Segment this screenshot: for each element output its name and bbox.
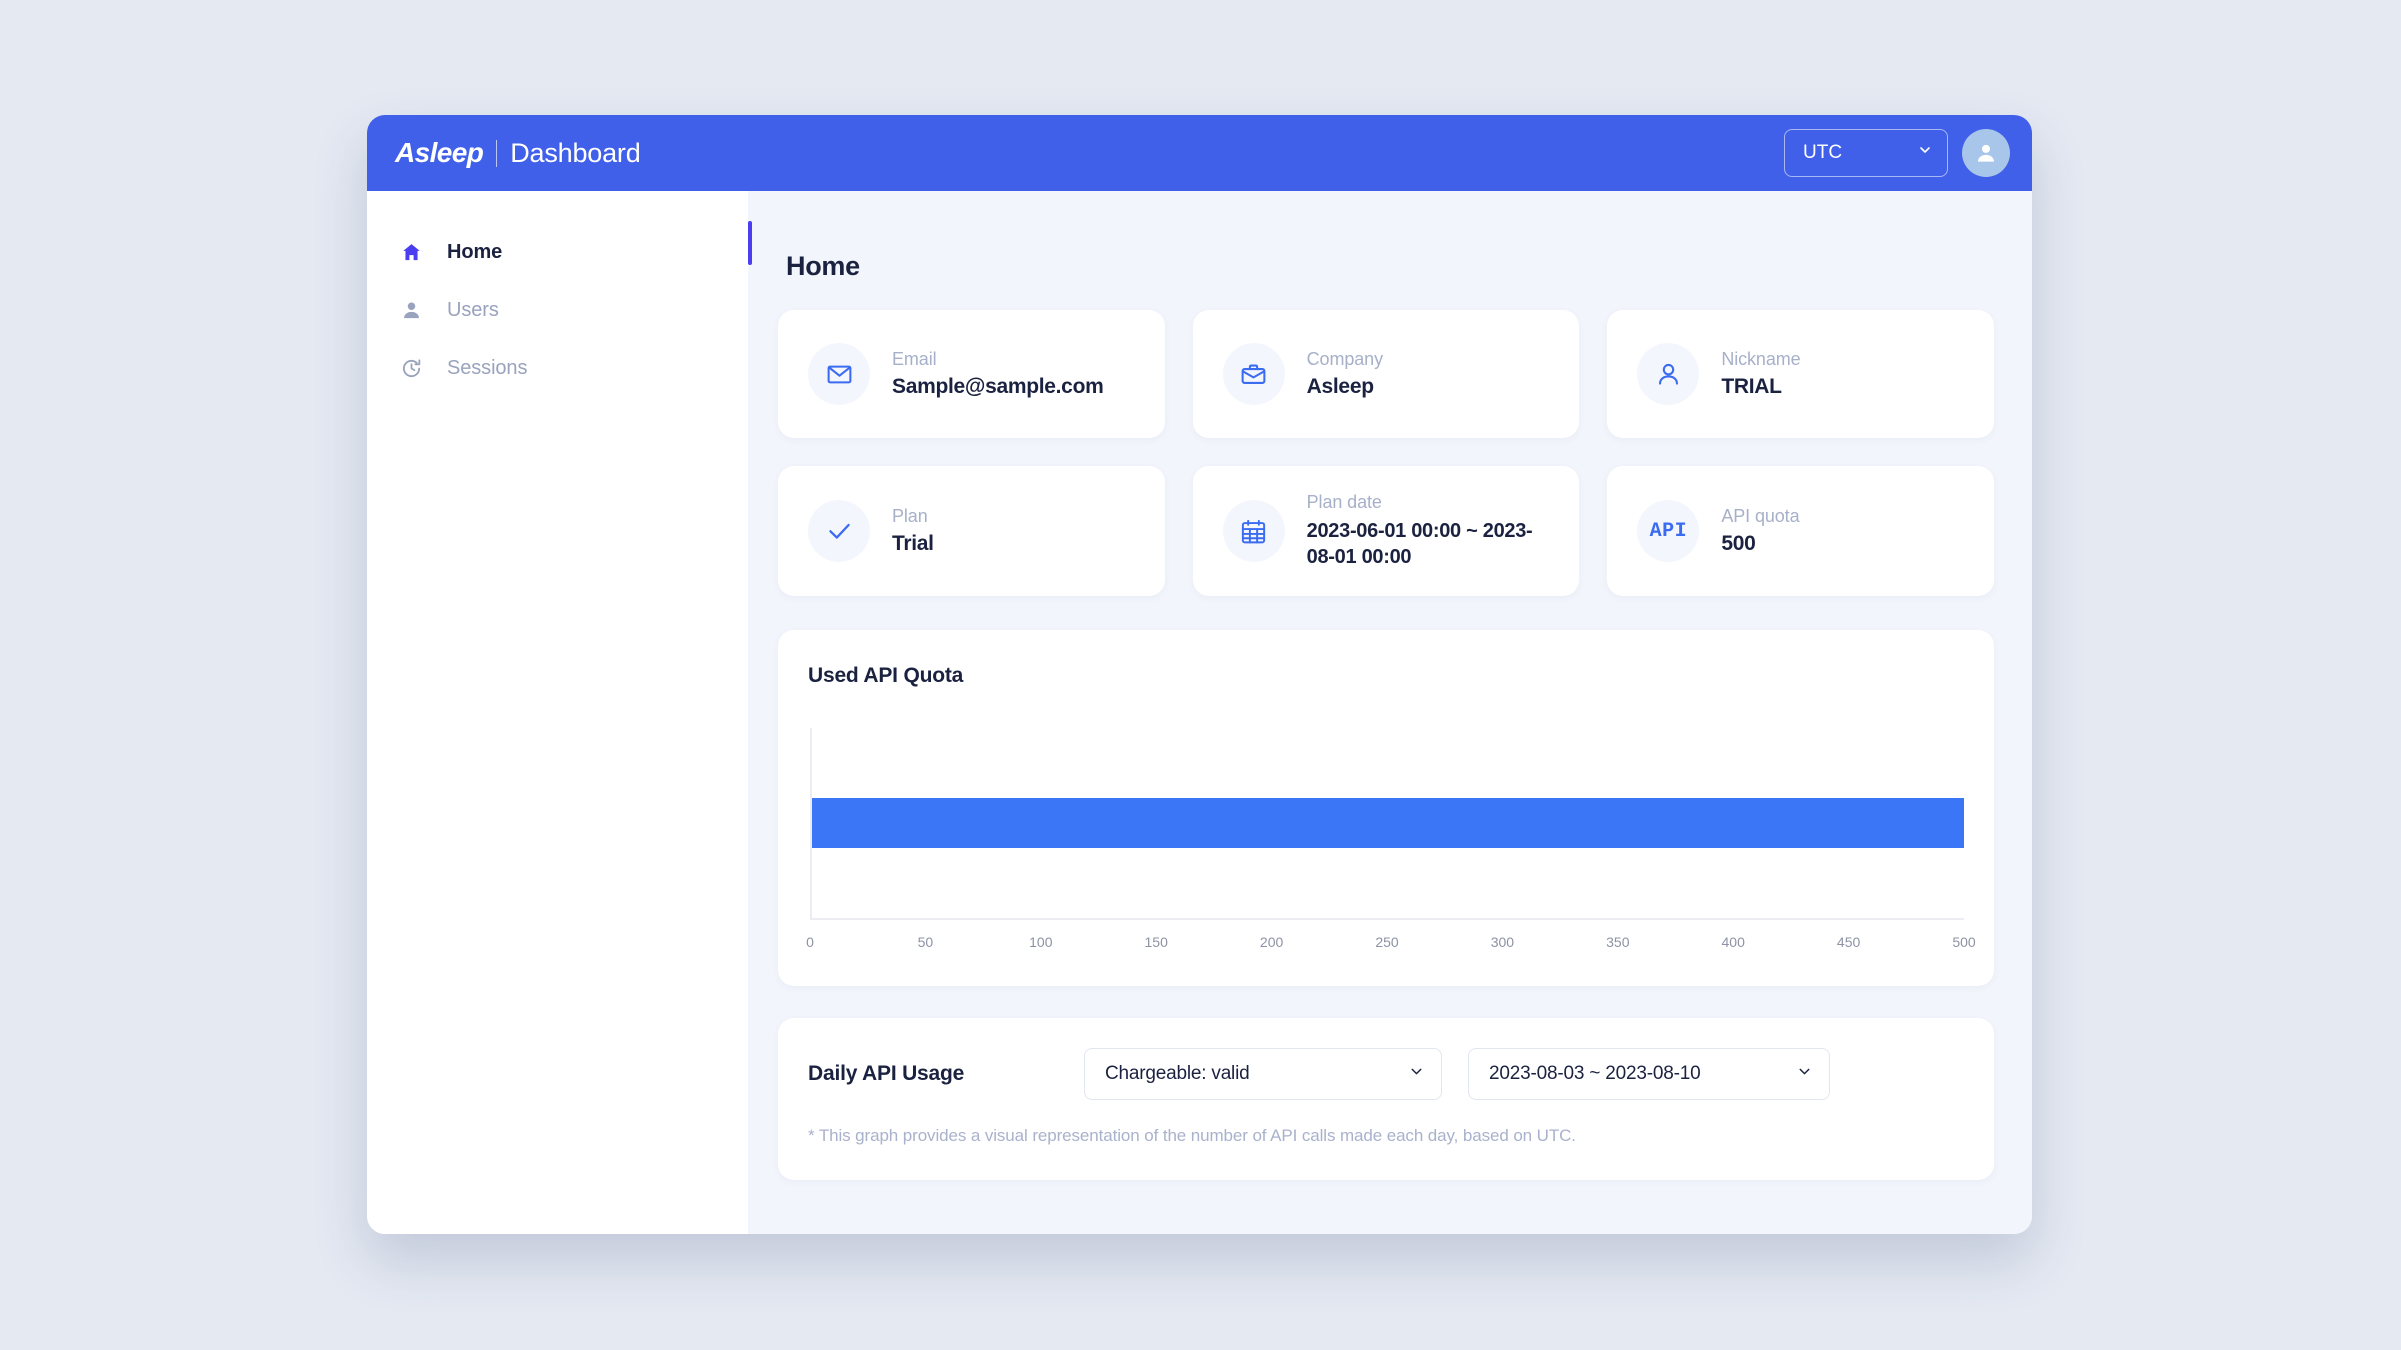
info-card-grid-row1: Email Sample@sample.com Company Asleep N… xyxy=(778,310,1994,438)
chart-x-tick: 0 xyxy=(806,934,814,950)
timezone-select[interactable]: UTC xyxy=(1784,129,1948,177)
brand-divider xyxy=(496,139,498,167)
chart-x-tick: 300 xyxy=(1490,934,1515,950)
info-card-plan: Plan Trial xyxy=(778,466,1165,596)
briefcase-icon xyxy=(1222,343,1285,405)
sidebar-item-users[interactable]: Users xyxy=(367,281,748,339)
chart-x-tick: 150 xyxy=(1144,934,1168,950)
panel-title: Daily API Usage xyxy=(808,1062,965,1085)
user-icon xyxy=(397,299,425,322)
date-range-value: 2023-08-03 ~ 2023-08-10 xyxy=(1489,1063,1701,1084)
app-window: Asleep Dashboard UTC Home Users Sessions… xyxy=(367,115,2032,1234)
info-card-label: API quota xyxy=(1721,506,1800,526)
chargeable-filter-value: Chargeable: valid xyxy=(1105,1063,1250,1084)
chevron-down-icon xyxy=(1917,142,1933,164)
info-card-label: Plan date xyxy=(1306,491,1382,512)
daily-api-usage-panel: Daily API Usage Chargeable: valid 2023-0… xyxy=(778,1018,1994,1180)
page-title: Home xyxy=(786,251,860,281)
chart-x-tick: 100 xyxy=(1029,934,1053,950)
sidebar-item-label: Sessions xyxy=(447,356,528,379)
info-card-label: Plan xyxy=(892,506,928,526)
daily-usage-footnote: * This graph provides a visual represent… xyxy=(808,1126,1576,1145)
sidebar-item-label: Users xyxy=(447,298,499,321)
user-avatar-icon[interactable] xyxy=(1962,129,2010,177)
info-card-value: Asleep xyxy=(1306,375,1374,398)
chart-x-tick: 200 xyxy=(1259,934,1284,950)
info-card-value: TRIAL xyxy=(1721,375,1782,398)
chart-x-axis: 0 50 100 150 200 250 300 350 400 450 500 xyxy=(806,934,1976,960)
info-card-label: Nickname xyxy=(1721,349,1801,369)
body-split: Home Users Sessions Home Email Sample@sa… xyxy=(367,191,2032,1234)
chart-bar xyxy=(812,798,1964,848)
info-card-email: Email Sample@sample.com xyxy=(778,310,1165,438)
daily-usage-header: Daily API Usage Chargeable: valid 2023-0… xyxy=(808,1048,1964,1100)
check-icon xyxy=(808,500,870,562)
chevron-down-icon xyxy=(1408,1063,1425,1086)
chart-plot-area xyxy=(810,728,1964,920)
info-card-grid-row2: Plan Trial Plan date 2023-06-01 00:00 ~ … xyxy=(778,466,1994,596)
panel-title: Used API Quota xyxy=(808,664,964,687)
date-range-select[interactable]: 2023-08-03 ~ 2023-08-10 xyxy=(1468,1048,1830,1100)
sidebar-item-home[interactable]: Home xyxy=(367,223,748,281)
info-card-value: Trial xyxy=(892,532,934,555)
active-page-indicator xyxy=(748,221,752,265)
top-bar: Asleep Dashboard UTC xyxy=(367,115,2032,191)
info-card-nickname: Nickname TRIAL xyxy=(1607,310,1994,438)
info-card-value: 500 xyxy=(1721,532,1756,555)
brand-logo: Asleep xyxy=(395,137,484,168)
used-api-quota-panel: Used API Quota 0 50 100 150 200 250 300 350 400 4… xyxy=(778,630,1994,986)
api-icon: API xyxy=(1637,500,1700,562)
used-api-quota-chart: 0 50 100 150 200 250 300 350 400 450 500 xyxy=(806,728,1976,960)
info-card-label: Company xyxy=(1306,349,1383,369)
info-card-value: 2023-06-01 00:00 ~ 2023-08-01 00:00 xyxy=(1306,519,1533,568)
chart-x-tick: 250 xyxy=(1375,934,1399,950)
api-icon-label: API xyxy=(1649,519,1688,543)
brand-subtitle: Dashboard xyxy=(510,137,641,168)
history-icon xyxy=(397,357,425,380)
sidebar: Home Users Sessions xyxy=(367,191,748,1234)
info-card-company: Company Asleep xyxy=(1192,310,1580,438)
info-card-plan-date: Plan date 2023-06-01 00:00 ~ 2023-08-01 … xyxy=(1192,466,1580,596)
chart-x-tick: 350 xyxy=(1606,934,1630,950)
sidebar-item-label: Home xyxy=(447,240,503,263)
chart-x-tick: 400 xyxy=(1721,934,1745,950)
chargeable-filter-select[interactable]: Chargeable: valid xyxy=(1084,1048,1442,1100)
envelope-icon xyxy=(808,343,870,405)
top-bar-right: UTC xyxy=(1784,129,2010,177)
home-icon xyxy=(397,241,425,264)
chart-x-tick: 450 xyxy=(1836,934,1861,950)
info-card-api-quota: API API quota 500 xyxy=(1607,466,1994,596)
chart-x-tick: 500 xyxy=(1952,934,1976,950)
chevron-down-icon xyxy=(1796,1063,1813,1086)
person-icon xyxy=(1637,343,1700,405)
brand: Asleep Dashboard xyxy=(395,137,641,169)
info-card-value: Sample@sample.com xyxy=(892,375,1104,398)
sidebar-item-sessions[interactable]: Sessions xyxy=(367,339,748,397)
info-card-label: Email xyxy=(892,349,937,369)
content-area: Home Email Sample@sample.com Company Asl… xyxy=(748,191,2032,1234)
chart-x-tick: 50 xyxy=(917,934,934,950)
timezone-value: UTC xyxy=(1803,142,1843,163)
calendar-icon xyxy=(1222,500,1285,562)
